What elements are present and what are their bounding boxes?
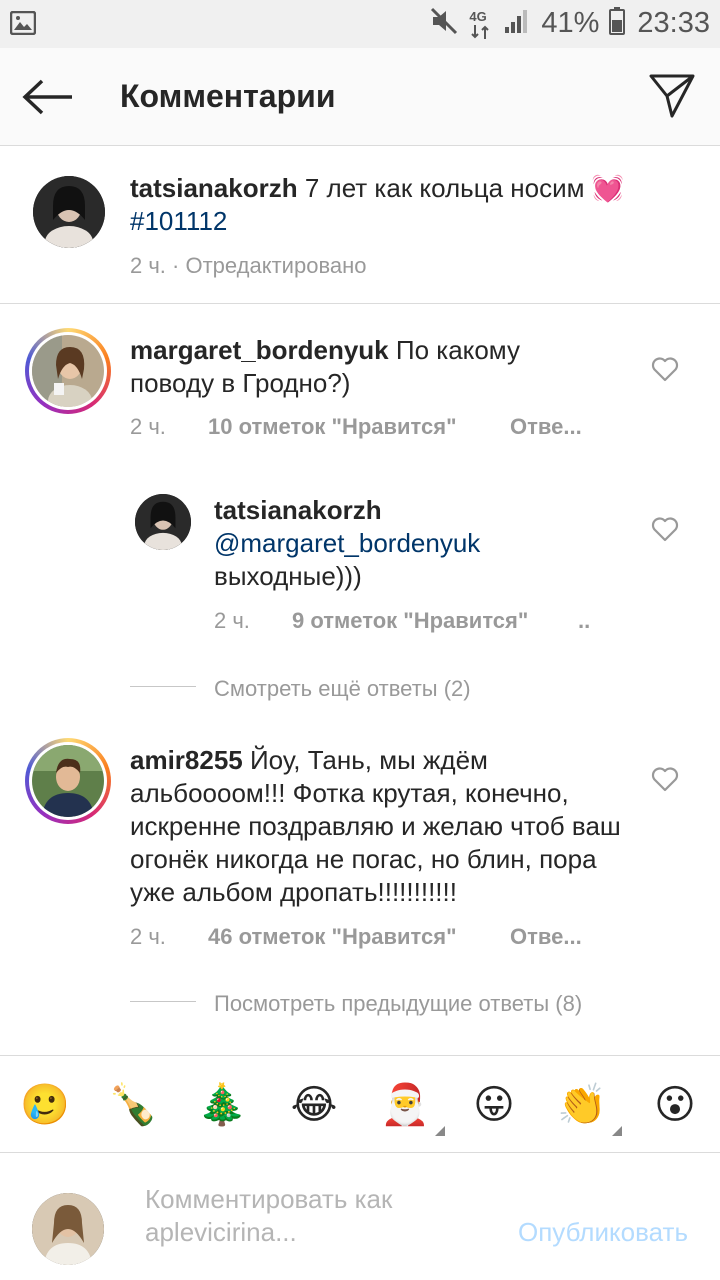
mention-link[interactable]: @margaret_bordenyuk — [214, 528, 480, 558]
like-heart-icon[interactable] — [651, 766, 679, 792]
like-heart-icon[interactable] — [651, 516, 679, 542]
image-notification-icon — [9, 10, 37, 40]
champagne-emoji[interactable]: 🍾 — [105, 1080, 161, 1130]
status-bar: 4G 41% 23:33 — [0, 0, 720, 48]
comment-time: 2 ч. — [130, 414, 166, 439]
comment-username[interactable]: amir8255 — [130, 745, 243, 775]
page-title: Комментарии — [120, 78, 336, 114]
mute-icon — [429, 6, 459, 41]
reply-button[interactable]: .. — [578, 608, 590, 634]
comment-text: margaret_bordenyuk По какому поводу в Гр… — [130, 334, 600, 400]
reply-username[interactable]: tatsianakorzh — [214, 495, 382, 525]
battery-icon — [609, 7, 626, 40]
heart-emoji: 💓 — [591, 173, 625, 203]
hashtag-link[interactable]: #101112 — [130, 206, 227, 236]
network-4g-icon: 4G — [469, 9, 493, 39]
like-heart-icon[interactable] — [651, 356, 679, 382]
avatar[interactable] — [135, 494, 191, 550]
christmas-tree-emoji[interactable]: 🎄 — [194, 1080, 250, 1130]
likes-count[interactable]: 46 отметок "Нравится" — [208, 924, 457, 950]
view-more-replies-link[interactable]: Смотреть ещё ответы (2) — [214, 676, 471, 702]
signal-icon — [503, 7, 531, 40]
thread-divider — [130, 1001, 196, 1002]
story-avatar[interactable] — [25, 738, 111, 824]
caption-text: tatsianakorzh 7 лет как кольца носим 💓 #… — [130, 172, 670, 238]
clock: 23:33 — [637, 7, 710, 39]
variants-indicator-icon — [612, 1126, 622, 1136]
caption-time: 2 ч. — [130, 253, 166, 278]
publish-button[interactable]: Опубликовать — [518, 1217, 688, 1248]
reply-text: tatsianakorzh @margaret_bordenyuk выходн… — [214, 494, 614, 593]
view-previous-replies-link[interactable]: Посмотреть предыдущие ответы (8) — [214, 991, 582, 1017]
variants-indicator-icon — [435, 1126, 445, 1136]
tongue-out-emoji[interactable]: 😛 — [466, 1080, 522, 1130]
reply-button[interactable]: Отве... — [510, 924, 582, 950]
post-caption: tatsianakorzh 7 лет как кольца носим 💓 #… — [0, 146, 720, 304]
tears-of-joy-emoji[interactable]: 😂 — [286, 1080, 342, 1130]
story-avatar[interactable] — [25, 328, 111, 414]
caption-username[interactable]: tatsianakorzh — [130, 173, 298, 203]
crying-face-emoji[interactable]: 🥲 — [17, 1080, 73, 1130]
app-header: Комментарии — [0, 48, 720, 146]
caption-body: 7 лет как кольца носим — [297, 173, 592, 203]
arrow-left-icon[interactable] — [22, 78, 74, 116]
clapping-hands-emoji[interactable]: 👏 — [554, 1080, 622, 1136]
reply-time: 2 ч. — [214, 608, 250, 633]
caption-meta: 2 ч. · Отредактировано — [130, 253, 367, 279]
comment-time: 2 ч. — [130, 924, 166, 949]
comment-username[interactable]: margaret_bordenyuk — [130, 335, 389, 365]
santa-emoji[interactable]: 🎅 — [377, 1080, 445, 1136]
emoji-quick-bar: 🥲 🍾 🎄 😂 🎅 😛 👏 😮 — [0, 1055, 720, 1153]
likes-count[interactable]: 9 отметок "Нравится" — [292, 608, 528, 634]
surprised-face-emoji[interactable]: 😮 — [647, 1080, 703, 1130]
edited-label: Отредактировано — [185, 253, 367, 278]
reply-button[interactable]: Отве... — [510, 414, 582, 440]
thread-divider — [130, 686, 196, 687]
comment-input[interactable]: Комментировать как aplevicirina... — [145, 1183, 445, 1249]
comment-composer: Комментировать как aplevicirina... Опубл… — [0, 1153, 720, 1280]
likes-count[interactable]: 10 отметок "Нравится" — [208, 414, 457, 440]
direct-send-icon[interactable] — [648, 72, 696, 120]
meta-separator: · — [165, 253, 186, 278]
reply-body: выходные))) — [214, 561, 362, 591]
current-user-avatar — [32, 1193, 104, 1265]
comment-text: amir8255 Йоу, Тань, мы ждём альбоооом!!!… — [130, 744, 630, 909]
battery-percent: 41% — [541, 7, 600, 39]
avatar[interactable] — [33, 176, 105, 248]
